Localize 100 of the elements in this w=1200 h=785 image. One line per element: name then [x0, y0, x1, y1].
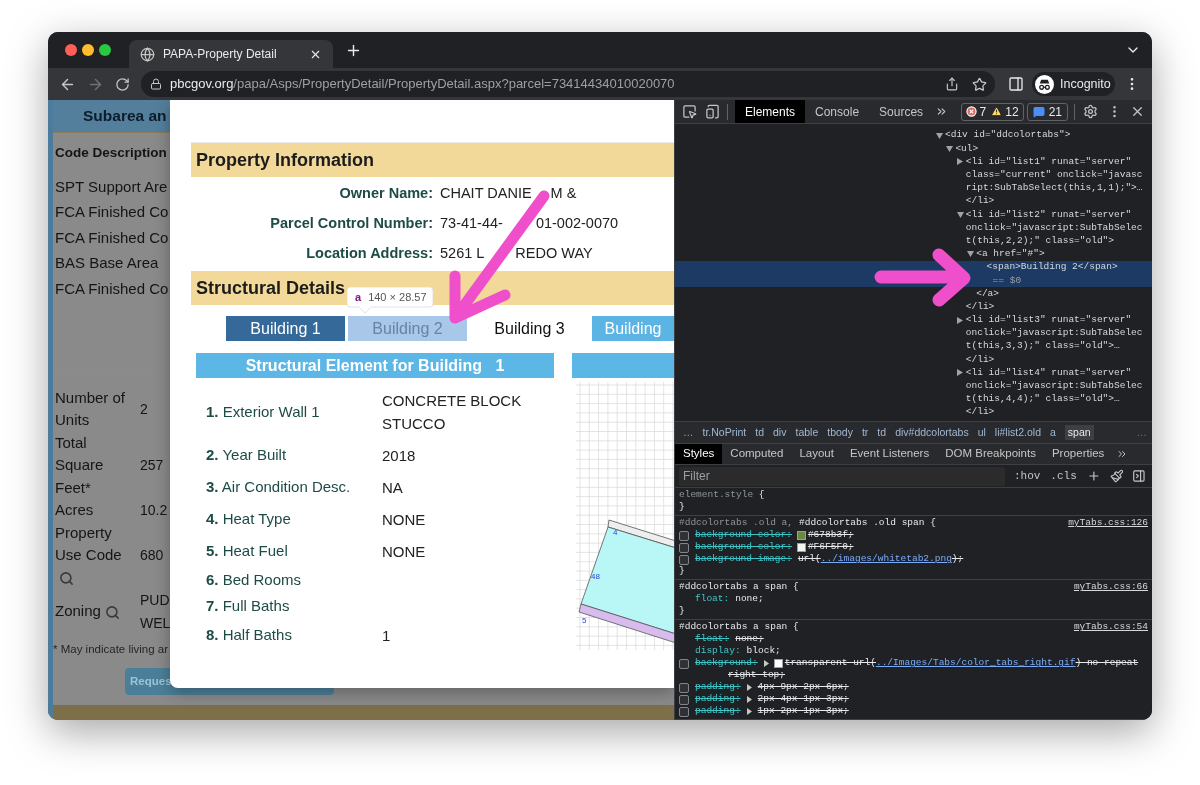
source-link[interactable]: myTabs.css:66 — [1073, 580, 1148, 595]
sidebar-tab[interactable]: DOM Breakpoints — [937, 444, 1044, 464]
property-checkbox[interactable] — [679, 682, 689, 693]
css-selector: #ddcolortabs a span { — [679, 620, 799, 634]
paintbrush-icon[interactable] — [1109, 469, 1124, 483]
filter-input[interactable]: Filter — [679, 466, 1005, 486]
caret-right-icon[interactable] — [956, 316, 963, 324]
closing-brace: } — [679, 500, 685, 515]
inspect-element-icon[interactable] — [682, 104, 697, 119]
close-window-icon[interactable] — [65, 44, 77, 56]
css-property-name: padding: — [695, 704, 741, 719]
search-icon[interactable] — [59, 571, 74, 587]
scroll-left-button[interactable]: … — [683, 424, 694, 441]
dom-code-line: ript:SubTabSelect(this,1,1);">… — [965, 181, 1143, 196]
error-icon — [965, 106, 977, 117]
expand-triangle-icon[interactable] — [746, 708, 752, 715]
breadcrumb[interactable]: ul — [977, 424, 986, 441]
sidebar-tab[interactable]: Styles — [675, 444, 723, 464]
field-value: REDO WAY — [515, 244, 593, 264]
breadcrumb[interactable]: div#ddcolortabs — [895, 424, 969, 441]
file-link[interactable]: ../Images/Tabs/color_tabs_right.gif — [875, 656, 1076, 671]
fact-label: Property Use Code — [55, 523, 122, 563]
css-property-value: block; — [746, 644, 781, 658]
dom-code-line: <li id="list2" runat="server" — [965, 207, 1132, 222]
breadcrumb[interactable]: td — [755, 424, 765, 441]
property-checkbox[interactable] — [679, 706, 689, 717]
breadcrumb[interactable]: tr — [861, 424, 869, 441]
property-checkbox[interactable] — [679, 554, 689, 565]
sidebar-tab[interactable]: Event Listeners — [841, 444, 938, 464]
breadcrumb[interactable]: a — [1049, 424, 1056, 441]
expand-triangle-icon[interactable] — [746, 684, 752, 691]
breadcrumb[interactable]: tbody — [827, 424, 853, 441]
messages-button[interactable]: 21 — [1026, 102, 1068, 121]
caret-down-icon[interactable] — [946, 145, 954, 152]
dom-code-line: </li> — [965, 194, 995, 209]
devtools-tab[interactable]: Sources — [869, 100, 934, 123]
share-icon[interactable] — [945, 77, 959, 91]
address-bar[interactable]: pbcgov.org/papa/Asps/PropertyDetail/PropertyDetail.aspx?parcel=73414434010020070 — [141, 71, 995, 97]
breadcrumb[interactable]: td — [877, 424, 887, 441]
new-rule-icon[interactable] — [1086, 469, 1101, 483]
property-checkbox[interactable] — [679, 694, 689, 705]
caret-right-icon[interactable] — [956, 158, 963, 166]
browser-tab[interactable]: PAPA-Property Detail — [129, 40, 333, 68]
element-label: 1. Exterior Wall 1 — [206, 403, 320, 420]
devtools-tab[interactable]: Console — [805, 100, 870, 123]
file-link[interactable]: ../images/whitetab2.png — [820, 552, 952, 567]
style-toggle-button[interactable]: :hov — [1013, 467, 1041, 485]
side-panel-icon[interactable] — [1008, 76, 1024, 92]
settings-icon[interactable] — [1083, 104, 1098, 119]
color-swatch-icon[interactable] — [796, 531, 806, 540]
building-tab[interactable]: Building 1 — [226, 316, 345, 341]
source-link[interactable]: myTabs.css:54 — [1073, 620, 1148, 635]
element-value: CONCRETE BLOCK STUCCO — [382, 391, 523, 434]
expand-triangle-icon[interactable] — [746, 696, 752, 703]
style-toggle-button[interactable]: .cls — [1050, 467, 1077, 485]
source-link[interactable]: myTabs.css:126 — [1068, 516, 1148, 531]
css-property-name: padding: — [695, 680, 741, 694]
property-checkbox[interactable] — [679, 658, 689, 669]
css-property-value: ); — [951, 552, 964, 567]
breadcrumb[interactable]: span — [1064, 424, 1094, 441]
search-icon[interactable] — [104, 604, 120, 620]
field-label: Parcel Control Number: — [270, 214, 433, 234]
toggle-sidebar-icon[interactable] — [1132, 469, 1146, 483]
close-icon[interactable] — [1130, 104, 1145, 119]
color-swatch-icon[interactable] — [796, 543, 806, 552]
sidebar-tab[interactable]: Layout — [791, 444, 842, 464]
fact-label: Number of Units — [55, 388, 126, 428]
breadcrumb[interactable]: table — [795, 424, 819, 441]
css-property-name: float: — [695, 632, 730, 646]
color-swatch-icon[interactable] — [773, 659, 783, 668]
code-description: FCA Finished Co — [55, 278, 169, 299]
reload-icon[interactable] — [115, 76, 130, 92]
table-title: Structural Element for Building 1 — [245, 355, 505, 376]
fact-value: 680 — [140, 546, 165, 565]
device-toolbar-icon[interactable] — [705, 104, 720, 119]
sidebar-tab[interactable]: Properties — [1043, 444, 1113, 464]
lock-icon — [150, 78, 162, 90]
devtools-tab[interactable]: Elements — [735, 100, 806, 123]
bookmark-star-icon[interactable] — [972, 76, 987, 92]
caret-down-icon[interactable] — [967, 251, 975, 258]
zoom-window-icon[interactable] — [99, 44, 111, 56]
profile-button[interactable]: Incognito — [1032, 72, 1115, 96]
caret-down-icon[interactable] — [936, 132, 943, 139]
sidebar-tab[interactable]: Computed — [722, 444, 792, 464]
breadcrumb[interactable]: li#list2.old — [994, 424, 1041, 441]
breadcrumb[interactable]: tr.NoPrint — [702, 424, 747, 441]
property-checkbox[interactable] — [679, 542, 689, 553]
dom-code-line: onclick="javascript:SubTabSelec — [965, 326, 1143, 341]
fact-value: 2 — [140, 399, 149, 419]
caret-down-icon[interactable] — [956, 211, 964, 218]
closing-brace: } — [679, 564, 685, 579]
issues-button[interactable]: 7 12 — [960, 102, 1024, 121]
css-property-value: none; — [735, 592, 764, 607]
breadcrumb[interactable]: div — [773, 424, 787, 441]
property-checkbox[interactable] — [679, 530, 689, 541]
caret-right-icon[interactable] — [956, 369, 963, 377]
minimize-window-icon[interactable] — [82, 44, 94, 56]
fact-label: Total Square Feet* — [55, 433, 104, 496]
element-label: 3. Air Condition Desc. — [206, 478, 351, 495]
expand-triangle-icon[interactable] — [763, 660, 769, 667]
